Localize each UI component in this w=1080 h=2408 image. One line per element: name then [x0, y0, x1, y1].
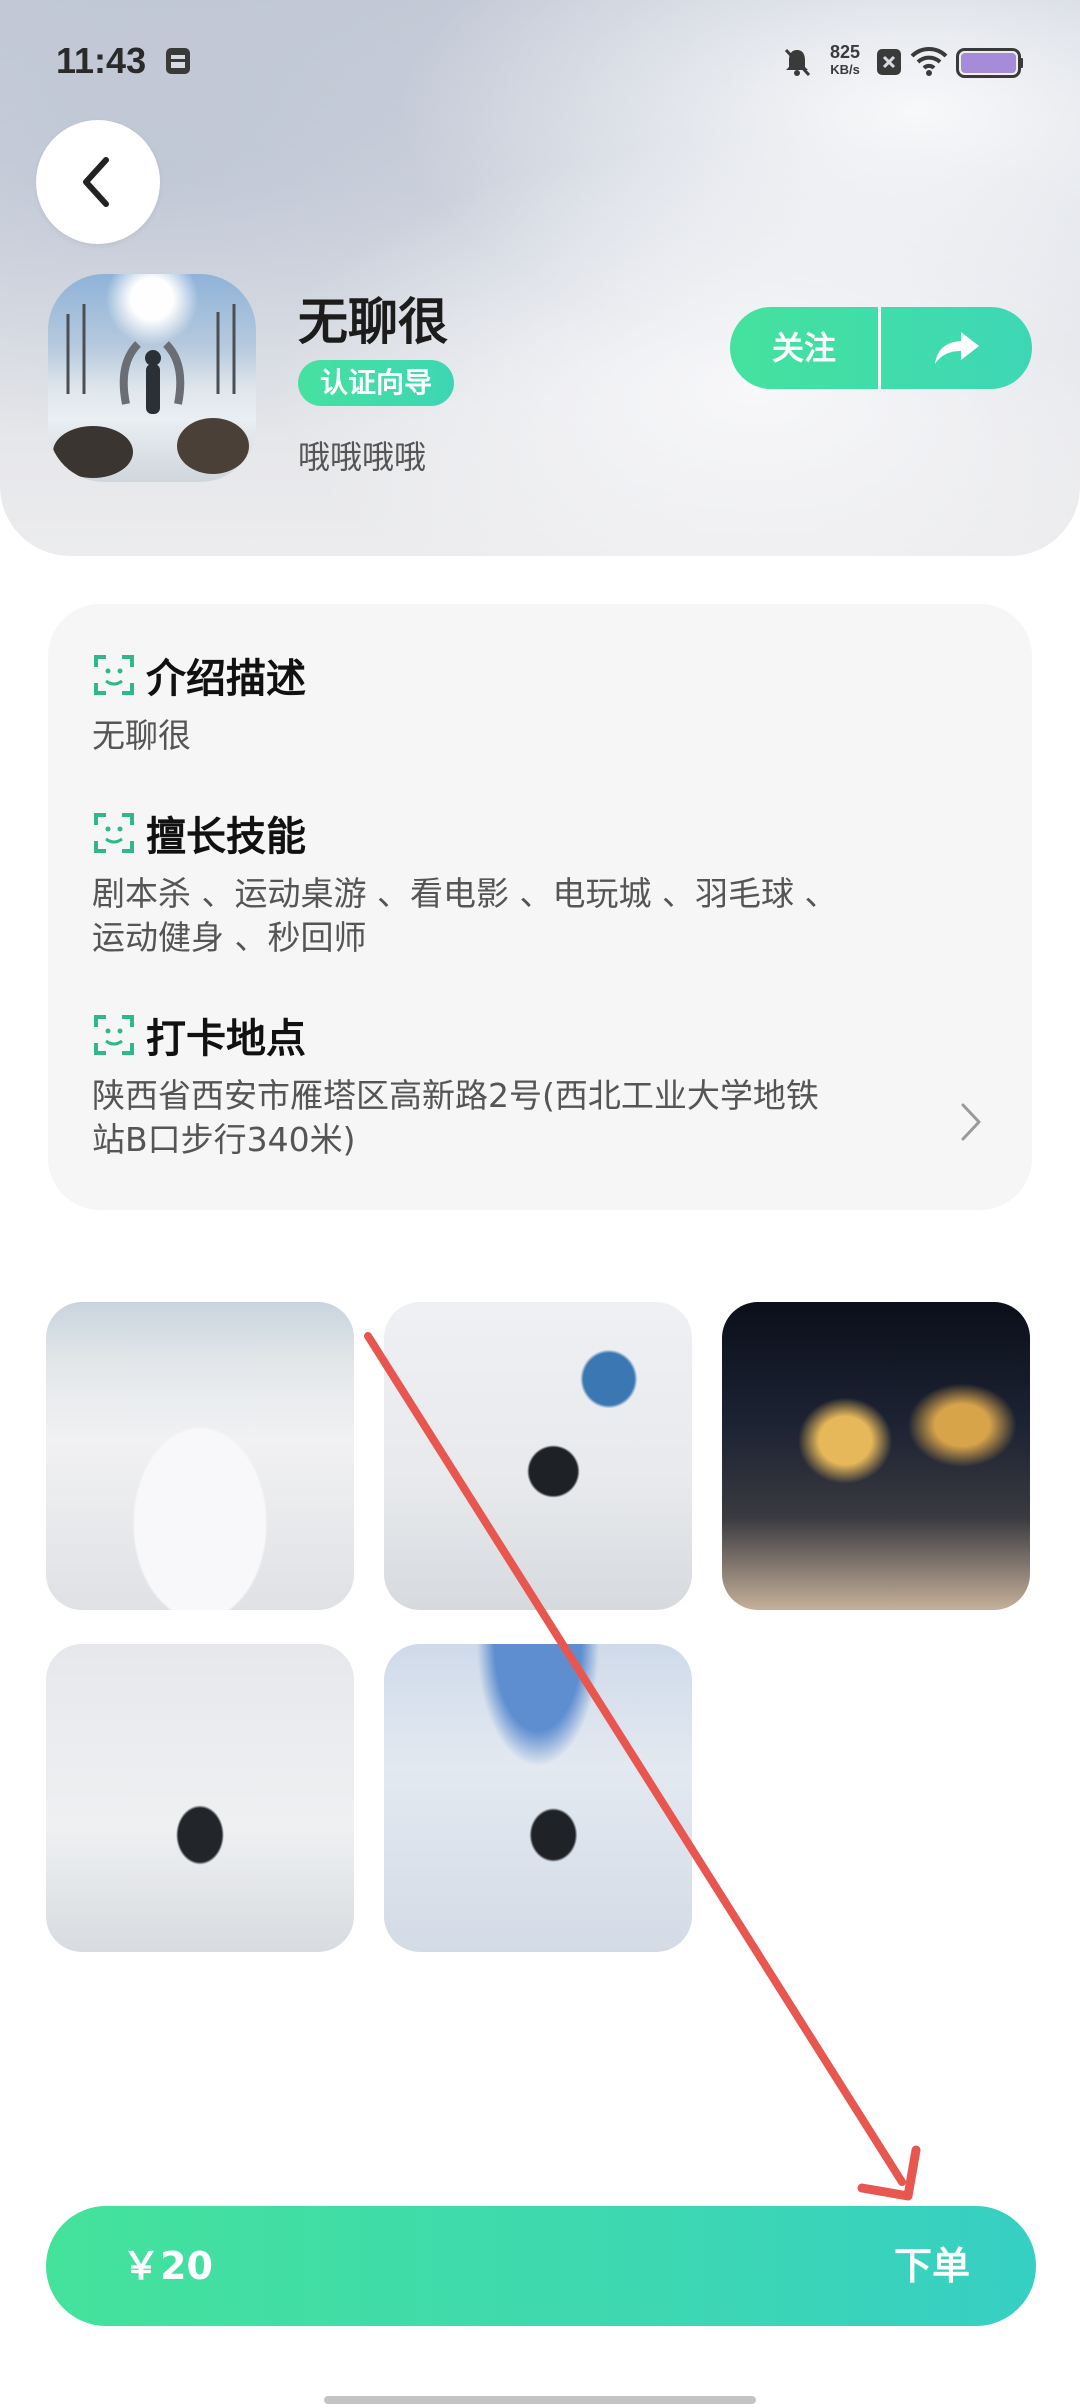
chevron-right-icon[interactable]: [958, 1100, 984, 1144]
profile-signature: 哦哦哦哦: [298, 438, 427, 476]
order-bar[interactable]: ￥20 下单: [46, 2206, 1036, 2326]
status-bar: 11:43 825 KB/s: [0, 0, 1080, 120]
sim-x-icon: [877, 49, 901, 75]
skills-line-1: 剧本杀 、运动桌游 、看电影 、电玩城 、羽毛球 、: [92, 874, 838, 913]
section-title-intro: 介绍描述: [92, 646, 306, 704]
net-speed: 825 KB/s: [822, 42, 868, 78]
net-speed-unit: KB/s: [830, 62, 860, 77]
location-line-2: 站B口步行340米): [92, 1120, 356, 1159]
section-title-text: 打卡地点: [146, 1016, 306, 1062]
section-title-skills: 擅长技能: [92, 804, 306, 862]
verified-guide-badge: 认证向导: [298, 360, 455, 406]
place-order-button[interactable]: 下单: [894, 2206, 970, 2326]
scan-face-icon: [94, 655, 134, 695]
intro-text: 无聊很: [92, 716, 191, 755]
location-line-1: 陕西省西安市雁塔区高新路2号(西北工业大学地铁: [92, 1076, 819, 1115]
skills-text: 剧本杀 、运动桌游 、看电影 、电玩城 、羽毛球 、 运动健身 、秒回师: [92, 872, 837, 960]
price-label: ￥20: [122, 2244, 213, 2288]
gallery-photo[interactable]: [384, 1644, 692, 1952]
share-icon: [934, 332, 979, 364]
info-card: 介绍描述 无聊很 擅长技能 剧本杀 、运动桌游 、看电影 、电玩城 、羽毛球 、…: [48, 604, 1032, 1210]
mute-bell-icon: [784, 48, 811, 77]
avatar[interactable]: [48, 274, 256, 482]
gallery-photo[interactable]: [384, 1302, 692, 1610]
section-title-location: 打卡地点: [92, 1006, 306, 1064]
scan-face-icon: [94, 813, 134, 853]
home-indicator: [324, 2396, 756, 2404]
location-text[interactable]: 陕西省西安市雁塔区高新路2号(西北工业大学地铁 站B口步行340米): [92, 1074, 819, 1162]
follow-share-group: 关注: [730, 307, 1032, 389]
battery-icon: [956, 48, 1023, 78]
share-button[interactable]: [881, 307, 1032, 389]
skills-line-2: 运动健身 、秒回师: [92, 918, 367, 957]
section-title-text: 介绍描述: [146, 656, 306, 702]
avatar-photo: [53, 304, 249, 478]
status-time: 11:43: [56, 40, 147, 81]
section-title-text: 擅长技能: [146, 814, 306, 860]
net-speed-value: 825: [829, 42, 861, 62]
notification-icon: [166, 48, 190, 74]
gallery-photo[interactable]: [46, 1644, 354, 1952]
follow-button[interactable]: 关注: [730, 307, 881, 389]
scan-face-icon: [94, 1015, 134, 1055]
back-button[interactable]: [36, 120, 160, 244]
wifi-icon: [910, 46, 948, 76]
gallery-photo[interactable]: [722, 1302, 1030, 1610]
chevron-left-icon: [83, 157, 109, 207]
profile-header: 11:43 825 KB/s 无聊很 认证向导 哦哦哦哦 关注: [0, 0, 1080, 556]
profile-name: 无聊很: [298, 293, 448, 351]
gallery-photo[interactable]: [46, 1302, 354, 1610]
